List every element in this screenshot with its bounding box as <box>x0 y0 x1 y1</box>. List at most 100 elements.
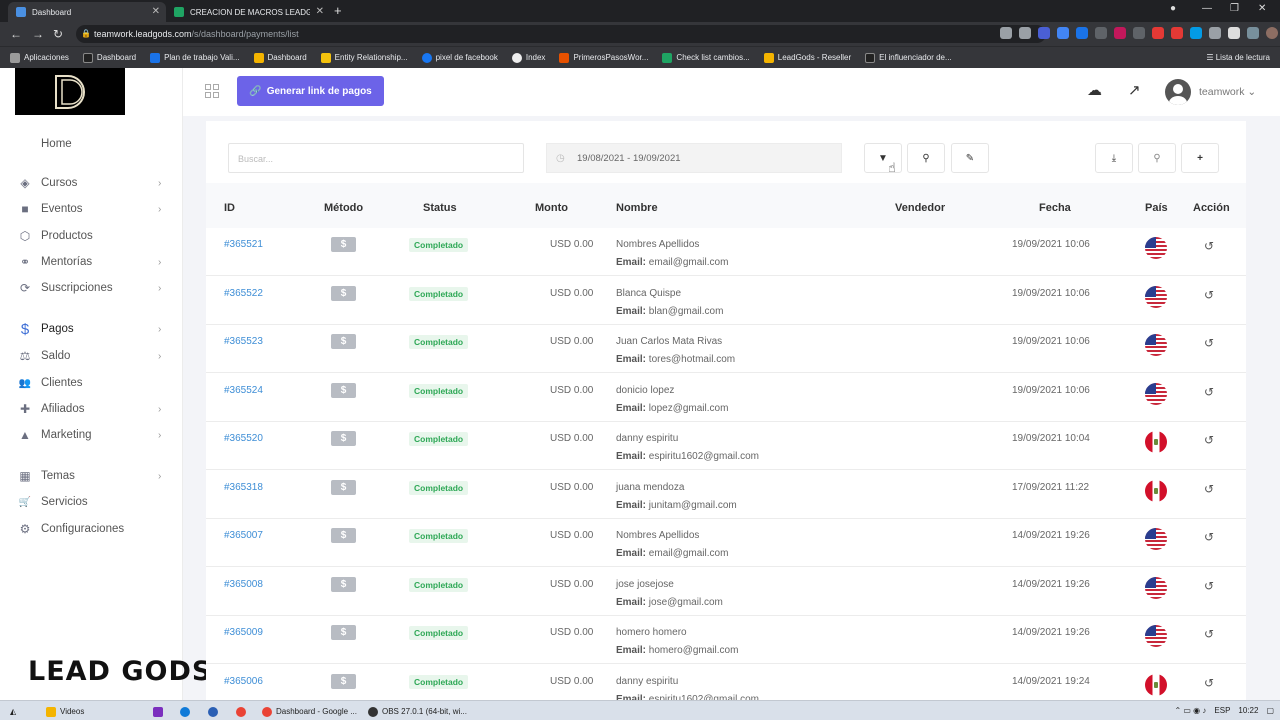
forward-icon[interactable]: → <box>32 27 44 41</box>
chrome-icon[interactable] <box>236 704 246 719</box>
add-payment-button[interactable]: + <box>1181 143 1219 173</box>
payment-id-link[interactable]: #365006 <box>224 676 263 687</box>
extension-icon[interactable] <box>1038 27 1050 39</box>
notifications-icon[interactable]: ▢ <box>1266 706 1274 715</box>
back-icon[interactable]: ← <box>10 27 22 41</box>
refund-icon[interactable]: ↺ <box>1204 676 1214 690</box>
search-input[interactable]: Buscar... <box>228 143 524 173</box>
sidebar-item-pagos[interactable]: $ Pagos › <box>0 317 183 341</box>
bookmark-item[interactable]: pixel de facebook <box>421 52 498 63</box>
extension-icon[interactable] <box>1247 27 1259 39</box>
attach-button[interactable]: ⚲ <box>1138 143 1176 173</box>
star-icon[interactable] <box>1019 27 1031 39</box>
payment-id-link[interactable]: #365523 <box>224 336 263 347</box>
cloud-download-icon[interactable]: ☁ <box>1087 81 1102 99</box>
sidebar-item-configuraciones[interactable]: ⚙ Configuraciones <box>0 517 183 541</box>
bookmark-item[interactable]: LeadGods - Reseller <box>763 52 851 63</box>
tray-icons[interactable]: ⌃ ▭ ◉ ♪ <box>1174 706 1206 715</box>
refund-icon[interactable]: ↺ <box>1204 336 1214 350</box>
restore-icon[interactable]: ❐ <box>1230 3 1239 14</box>
sidebar-item-servicios[interactable]: 🛒 Servicios <box>0 490 183 514</box>
sidebar-item-suscripciones[interactable]: ⟳ Suscripciones › <box>0 276 183 300</box>
apps-grid-icon[interactable] <box>205 84 219 98</box>
youtube-icon[interactable] <box>1152 27 1164 39</box>
external-link-icon[interactable]: ↗ <box>1128 81 1141 99</box>
search-button[interactable]: ⚲ <box>907 143 945 173</box>
minimize-icon[interactable]: — <box>1202 3 1212 14</box>
sidebar-item-temas[interactable]: ▦ Temas › <box>0 464 183 488</box>
start-icon[interactable]: ◭ <box>10 704 16 719</box>
browser-tab-dashboard[interactable]: Dashboard ✕ <box>8 2 166 22</box>
sidebar-item-productos[interactable]: ⬡ Productos <box>0 224 183 248</box>
header-amount[interactable]: Monto <box>535 202 568 214</box>
generate-payment-link-button[interactable]: 🔗 Generar link de pagos <box>237 76 384 106</box>
zoom-icon[interactable] <box>1000 27 1012 39</box>
payment-id-link[interactable]: #365520 <box>224 433 263 444</box>
refund-icon[interactable]: ↺ <box>1204 239 1214 253</box>
payment-id-link[interactable]: #365009 <box>224 627 263 638</box>
close-window-icon[interactable]: ✕ <box>1258 3 1266 14</box>
new-tab-icon[interactable]: + <box>334 3 342 18</box>
header-method[interactable]: Método <box>324 202 363 214</box>
header-action[interactable]: Acción <box>1193 202 1230 214</box>
close-tab-icon[interactable]: ✕ <box>152 6 160 17</box>
header-date[interactable]: Fecha <box>1039 202 1071 214</box>
profile-dot-icon[interactable]: ● <box>1170 3 1176 14</box>
payment-id-link[interactable]: #365524 <box>224 385 263 396</box>
refund-icon[interactable]: ↺ <box>1204 530 1214 544</box>
logo[interactable] <box>15 68 125 115</box>
sidebar-item-eventos[interactable]: ■ Eventos › <box>0 197 183 221</box>
refund-icon[interactable]: ↺ <box>1204 433 1214 447</box>
puzzle-icon[interactable] <box>1228 27 1240 39</box>
refund-icon[interactable]: ↺ <box>1204 385 1214 399</box>
bookmark-item[interactable]: Index <box>511 52 545 63</box>
translate-icon[interactable] <box>1057 27 1069 39</box>
bookmark-item[interactable]: Check list cambios... <box>662 52 750 63</box>
payment-id-link[interactable]: #365521 <box>224 239 263 250</box>
app-icon[interactable] <box>208 704 218 719</box>
sidebar-item-cursos[interactable]: ◈ Cursos › <box>0 171 183 195</box>
close-tab-icon[interactable]: ✕ <box>316 6 324 17</box>
payment-id-link[interactable]: #365007 <box>224 530 263 541</box>
refund-icon[interactable]: ↺ <box>1204 579 1214 593</box>
taskbar-item-videos[interactable]: Videos <box>46 704 84 719</box>
header-id[interactable]: ID <box>224 202 235 214</box>
bookmark-item[interactable]: Dashboard <box>253 52 307 63</box>
bookmark-item[interactable]: Entity Relationship... <box>320 52 408 63</box>
reload-icon[interactable]: ↻ <box>53 27 63 41</box>
bookmark-item[interactable]: Plan de trabajo Vali... <box>150 52 240 63</box>
extension-icon[interactable] <box>1209 27 1221 39</box>
bookmark-item[interactable]: El influenciador de... <box>865 52 952 63</box>
payment-id-link[interactable]: #365318 <box>224 482 263 493</box>
sidebar-item-clientes[interactable]: 👥 Clientes <box>0 371 183 395</box>
avatar[interactable] <box>1165 79 1191 105</box>
taskbar-item-obs[interactable]: OBS 27.0.1 (64-bit, wi... <box>368 704 467 719</box>
sidebar-item-home[interactable]: Home <box>0 132 183 156</box>
refund-icon[interactable]: ↺ <box>1204 288 1214 302</box>
clear-filters-button[interactable]: ✎ <box>951 143 989 173</box>
header-seller[interactable]: Vendedor <box>895 202 945 214</box>
payment-id-link[interactable]: #365522 <box>224 288 263 299</box>
taskbar-item-chrome[interactable]: Dashboard - Google ... <box>262 704 357 719</box>
bookmark-item[interactable]: PrimerosPasosWor... <box>559 52 648 63</box>
header-status[interactable]: Status <box>423 202 457 214</box>
sidebar-item-marketing[interactable]: ▲ Marketing › <box>0 423 183 447</box>
extension-icon[interactable] <box>1190 27 1202 39</box>
browser-tab-macros[interactable]: CREACION DE MACROS LEADGO... ✕ <box>166 2 330 22</box>
clock[interactable]: 10:22 <box>1238 706 1258 715</box>
sidebar-item-afiliados[interactable]: ✚ Afiliados › <box>0 397 183 421</box>
extension-icon[interactable] <box>1171 27 1183 39</box>
header-country[interactable]: País <box>1145 202 1168 214</box>
extension-icon[interactable] <box>1076 27 1088 39</box>
payment-id-link[interactable]: #365008 <box>224 579 263 590</box>
bookmark-item[interactable]: Aplicaciones <box>10 52 69 63</box>
reading-list[interactable]: ☰ Lista de lectura <box>1206 53 1270 62</box>
username-menu[interactable]: teamwork ⌄ <box>1199 86 1256 98</box>
onenote-icon[interactable] <box>153 704 163 719</box>
language-indicator[interactable]: ESP <box>1214 706 1230 715</box>
download-button[interactable]: ⤓ <box>1095 143 1133 173</box>
filter-button[interactable]: ▼ <box>864 143 902 173</box>
address-bar[interactable]: 🔒 teamwork.leadgods.com/s/dashboard/paym… <box>76 25 1046 43</box>
refund-icon[interactable]: ↺ <box>1204 482 1214 496</box>
bookmark-item[interactable]: Dashboard <box>82 52 136 63</box>
